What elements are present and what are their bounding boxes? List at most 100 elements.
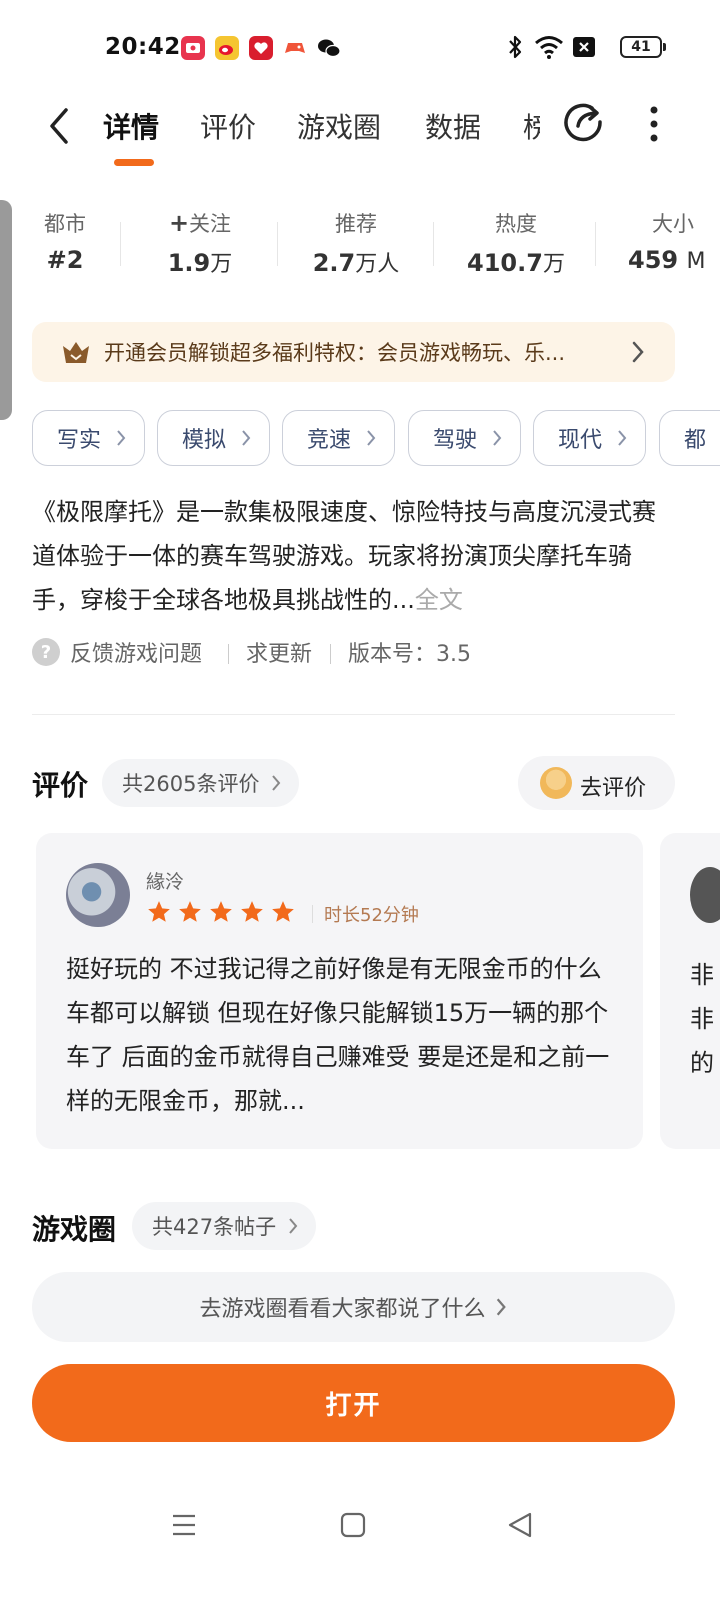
- user-avatar-icon: [540, 767, 572, 799]
- tab-data[interactable]: 数据: [425, 106, 481, 146]
- report-issue-link[interactable]: 反馈游戏问题: [70, 636, 202, 668]
- tab-game-circle[interactable]: 游戏圈: [297, 106, 381, 146]
- stat-recommend: 推荐 2.7万人: [300, 208, 412, 278]
- weibo-icon: [215, 36, 239, 60]
- review-text: 挺好玩的 不过我记得之前好像是有无限金币的什么车都可以解锁 但现在好像只能解锁1…: [66, 955, 610, 1115]
- separator: [312, 905, 313, 923]
- status-bar: 20:42 41: [0, 0, 720, 96]
- review-card-next[interactable]: 非 非 的: [660, 833, 720, 1149]
- game-circle-title: 游戏圈: [32, 1213, 117, 1246]
- stat-divider: [433, 222, 434, 266]
- review-username: 緣泠: [146, 871, 185, 893]
- reviews-title: 评价: [32, 769, 89, 802]
- stat-label: 热度: [495, 212, 537, 236]
- vip-banner[interactable]: 开通会员解锁超多福利特权：会员游戏畅玩、乐...: [32, 322, 675, 382]
- game-circle-link[interactable]: 去游戏圈看看大家都说了什么: [32, 1272, 675, 1342]
- more-vertical-icon[interactable]: [648, 104, 660, 144]
- stat-size: 大小 459 M: [628, 208, 720, 274]
- chevron-right-icon: [493, 430, 502, 446]
- review-text-peek: 非 非 的: [690, 961, 714, 1077]
- chevron-right-icon: [367, 430, 376, 446]
- review-count: 共2605条评价: [122, 772, 260, 796]
- back-nav-icon[interactable]: [506, 1512, 534, 1538]
- version-label: 版本号：3.5: [348, 642, 471, 667]
- chevron-right-icon: [289, 1218, 298, 1234]
- game-description[interactable]: 《极限摩托》是一款集极限速度、惊险特技与高度沉浸式赛道体验于一体的赛车驾驶游戏。…: [32, 490, 672, 622]
- tag-list: 写实 模拟 竞速 驾驶 现代 都: [32, 410, 720, 468]
- avatar[interactable]: [66, 863, 130, 927]
- stat-label: 都市: [44, 212, 86, 236]
- tab-details[interactable]: 详情: [103, 106, 159, 146]
- vip-banner-text: 开通会员解锁超多福利特权：会员游戏畅玩、乐...: [104, 341, 566, 365]
- chevron-right-icon: [117, 430, 126, 446]
- stat-follow[interactable]: +关注 1.9万: [150, 208, 250, 278]
- status-time: 20:42: [105, 34, 181, 60]
- game-app-icon: [283, 36, 307, 60]
- battery-icon: 41: [620, 36, 666, 58]
- home-icon[interactable]: [340, 1512, 366, 1538]
- stat-value: 1.9万: [167, 249, 233, 277]
- star-icon: [272, 901, 294, 922]
- chevron-right-icon: [632, 341, 644, 363]
- stat-value: 410.7万: [467, 249, 565, 277]
- tag-chip[interactable]: 竞速: [282, 410, 395, 466]
- tab-ranking[interactable]: 榜: [523, 106, 540, 146]
- tab-bar: 详情 评价 游戏圈 数据 榜: [100, 96, 540, 176]
- description-text: 《极限摩托》是一款集极限速度、惊险特技与高度沉浸式赛道体验于一体的赛车驾驶游戏。…: [32, 498, 656, 614]
- bluetooth-icon: [509, 35, 522, 59]
- stat-value: 2.7万人: [312, 249, 400, 277]
- tag-chip[interactable]: 写实: [32, 410, 145, 466]
- close-box-icon: [573, 37, 595, 57]
- crown-icon: [63, 342, 89, 363]
- tab-reviews[interactable]: 评价: [200, 106, 256, 146]
- review-count-pill[interactable]: 共2605条评价: [102, 759, 300, 807]
- wechat-icon: [317, 36, 341, 60]
- tag-chip[interactable]: 模拟: [157, 410, 270, 466]
- play-duration: 时长52分钟: [324, 905, 419, 926]
- tag-chip[interactable]: 驾驶: [408, 410, 521, 466]
- stat-value: 459 M: [628, 246, 706, 274]
- star-icon: [179, 901, 201, 922]
- active-tab-indicator: [114, 159, 154, 166]
- stat-label: +关注: [168, 209, 232, 237]
- open-button[interactable]: 打开: [32, 1364, 675, 1442]
- section-divider: [32, 714, 675, 715]
- stat-value: #2: [46, 246, 84, 274]
- write-review-button[interactable]: 去评价: [518, 756, 675, 810]
- stat-popularity: 热度 410.7万: [456, 208, 576, 278]
- stat-label: 大小: [652, 212, 694, 236]
- avatar: [690, 867, 720, 923]
- wifi-icon: [535, 36, 563, 59]
- tag-chip[interactable]: 都: [659, 410, 720, 466]
- stat-divider: [277, 222, 278, 266]
- stat-divider: [120, 222, 121, 266]
- top-nav: 详情 评价 游戏圈 数据 榜: [0, 96, 720, 176]
- chevron-right-icon: [272, 775, 281, 791]
- post-count-pill[interactable]: 共427条帖子: [132, 1202, 317, 1250]
- request-update-link[interactable]: 求更新: [246, 636, 312, 668]
- stat-label: 推荐: [335, 212, 377, 236]
- review-card[interactable]: 緣泠 时长52分钟 挺好玩的 不过我记得之前好像是有无限金币的什么车都可以解锁 …: [36, 833, 643, 1149]
- share-icon[interactable]: [562, 100, 606, 144]
- tag-chip[interactable]: 现代: [533, 410, 646, 466]
- star-icon: [210, 901, 232, 922]
- stats-row: 都市 #2 +关注 1.9万 推荐 2.7万人 热度 410.7万 大小 459…: [0, 208, 720, 288]
- gift-app-icon: [249, 36, 273, 60]
- separator: [228, 644, 229, 664]
- help-icon: ?: [32, 638, 60, 666]
- chevron-right-icon: [618, 430, 627, 446]
- stat-category-rank[interactable]: 都市 #2: [40, 208, 90, 274]
- game-circle-link-label: 去游戏圈看看大家都说了什么: [199, 1297, 486, 1322]
- chevron-right-icon: [242, 430, 251, 446]
- chevron-right-icon: [496, 1298, 506, 1316]
- write-review-label: 去评价: [580, 776, 647, 801]
- back-icon[interactable]: [42, 104, 78, 148]
- separator: [330, 644, 331, 664]
- system-nav-bar: [0, 1500, 720, 1560]
- stat-divider: [595, 222, 596, 266]
- video-app-icon: [181, 36, 205, 60]
- menu-icon[interactable]: [171, 1512, 197, 1538]
- star-icon: [148, 901, 170, 922]
- expand-full-text-link[interactable]: 全文: [415, 586, 463, 614]
- post-count: 共427条帖子: [152, 1215, 277, 1239]
